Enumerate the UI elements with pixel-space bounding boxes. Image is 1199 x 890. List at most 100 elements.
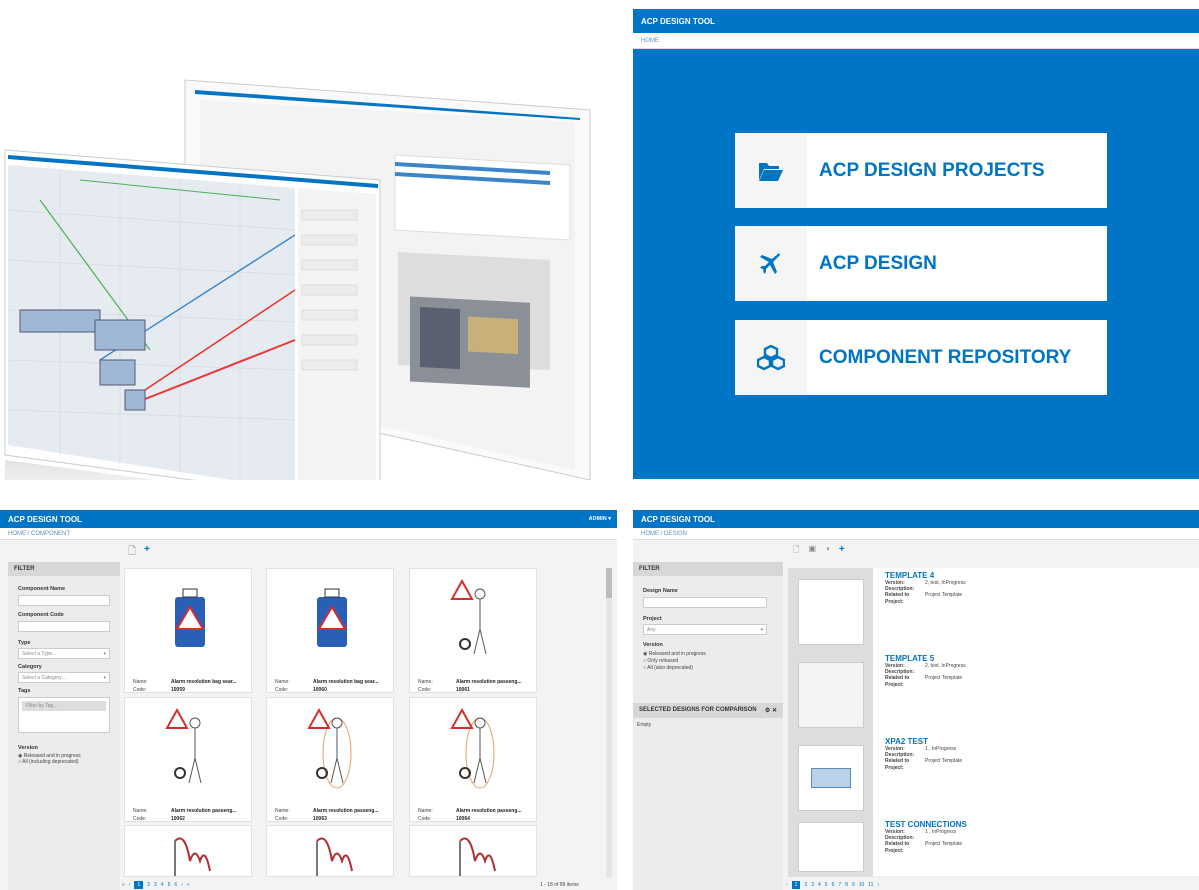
add-icon[interactable]: + xyxy=(839,544,845,558)
design-thumbnail xyxy=(788,817,873,877)
passenger-image xyxy=(450,707,495,789)
scrollbar[interactable] xyxy=(606,568,612,878)
new-document-icon[interactable]: 🗋 xyxy=(128,544,136,561)
page-5[interactable]: 5 xyxy=(168,882,171,888)
category-label: Category xyxy=(18,664,42,670)
suitcase-image xyxy=(317,588,347,647)
component-code-input[interactable] xyxy=(18,621,110,632)
component-card[interactable]: Name: Alarm resolution passeng... Code: 10… xyxy=(409,568,537,693)
component-name-label: Component Name xyxy=(18,586,66,592)
component-name-input[interactable] xyxy=(18,595,110,606)
suitcase-image xyxy=(175,588,205,647)
component-card[interactable] xyxy=(124,825,252,877)
component-card[interactable]: Name: Alarm resolution passeng... Code: 10… xyxy=(266,697,394,822)
next-page-button[interactable]: › xyxy=(181,882,183,888)
page-8[interactable]: 8 xyxy=(845,882,848,888)
plane-icon xyxy=(735,226,807,301)
version-option-all[interactable]: ○ All (including deprecated) xyxy=(18,759,110,765)
design-item[interactable]: TEST CONNECTIONS Version: 1 , InProgress … xyxy=(788,817,1199,877)
page-11[interactable]: 11 xyxy=(868,882,873,888)
page-4[interactable]: 4 xyxy=(818,882,821,888)
design-title[interactable]: XPA2 TEST xyxy=(885,737,962,746)
version-option-released-progress[interactable]: ◉ Released and in progress xyxy=(643,651,773,657)
page-6[interactable]: 6 xyxy=(174,882,177,888)
card-code: 10063 xyxy=(313,816,327,822)
page-1[interactable]: 1 xyxy=(134,881,144,889)
version-option-released[interactable]: ○ Only released xyxy=(643,658,773,664)
page-2[interactable]: 2 xyxy=(804,882,807,888)
category-select[interactable]: Select a Category... ▾ xyxy=(18,672,110,683)
breadcrumb: HOME / COMPONENT xyxy=(0,528,617,540)
design-title[interactable]: TEMPLATE 4 xyxy=(885,571,966,580)
breadcrumb: HOME xyxy=(633,33,1199,49)
page-3[interactable]: 3 xyxy=(154,882,157,888)
component-card[interactable]: Name: Alarm resolution passeng... Code: 10… xyxy=(409,697,537,822)
menu-design-projects-button[interactable]: ACP DESIGN PROJECTS xyxy=(735,133,1107,208)
home-screen: ACP DESIGN TOOL HOME ACP DESIGN PROJECTS… xyxy=(633,9,1199,479)
next-page-button[interactable]: › xyxy=(877,882,879,888)
page-7[interactable]: 7 xyxy=(838,882,841,888)
page-10[interactable]: 10 xyxy=(859,882,865,888)
card-name: Alarm resolution bag sear... xyxy=(171,679,237,685)
passenger-image xyxy=(450,578,487,655)
design-related: Project Template xyxy=(925,675,963,682)
image-icon[interactable]: ▣ xyxy=(808,544,816,558)
tags-filter-field[interactable]: Filter by Tag... xyxy=(22,701,106,711)
first-page-button[interactable]: « xyxy=(122,882,125,888)
page-3[interactable]: 3 xyxy=(811,882,814,888)
component-card[interactable] xyxy=(409,825,537,877)
page-4[interactable]: 4 xyxy=(161,882,164,888)
menu-label: COMPONENT REPOSITORY xyxy=(819,346,1072,368)
perspective-screens-graphic xyxy=(4,79,591,530)
breadcrumb-design[interactable]: DESIGN xyxy=(664,531,687,537)
pagination: « ‹ 1 2 3 4 5 6 › » xyxy=(122,881,194,889)
card-code: 10060 xyxy=(313,687,327,693)
component-card[interactable]: Name: Alarm resolution bag sear... Code: 1… xyxy=(266,568,394,693)
gear-icon[interactable]: ⚙ xyxy=(765,708,770,714)
prev-page-button[interactable]: ‹ xyxy=(786,882,788,888)
admin-menu[interactable]: ADMIN ▾ xyxy=(589,516,611,522)
project-select[interactable]: Any ▾ xyxy=(643,624,767,635)
design-title[interactable]: TEST CONNECTIONS xyxy=(885,820,967,829)
card-code: 10059 xyxy=(171,687,185,693)
menu-component-repository-button[interactable]: COMPONENT REPOSITORY xyxy=(735,320,1107,395)
page-9[interactable]: 9 xyxy=(852,882,855,888)
add-icon[interactable]: + xyxy=(144,544,150,561)
breadcrumb-home[interactable]: HOME xyxy=(8,531,26,537)
design-version: 2, test, InProgress xyxy=(925,580,966,586)
component-card[interactable]: Name: Alarm resolution bag sear... Code: 1… xyxy=(124,568,252,693)
design-title[interactable]: TEMPLATE 5 xyxy=(885,654,966,663)
breadcrumb-home[interactable]: HOME xyxy=(641,531,659,537)
page-5[interactable]: 5 xyxy=(825,882,828,888)
new-document-icon[interactable]: 🗋 xyxy=(793,544,799,558)
close-icon[interactable]: ✕ xyxy=(772,708,777,714)
design-item[interactable]: TEMPLATE 4 Version: 2, test, InProgress D… xyxy=(788,568,1199,656)
last-page-button[interactable]: » xyxy=(187,882,190,888)
version-option-all[interactable]: ○ All (also deprecated) xyxy=(643,665,773,671)
compare-icon[interactable]: ◑ xyxy=(825,544,830,558)
design-name-input[interactable] xyxy=(643,597,767,608)
design-item[interactable]: XPA2 TEST Version: 1 , InProgress Descrip… xyxy=(788,734,1199,822)
toolbar: 🗋 + xyxy=(128,544,150,561)
app-title-bar: ACP DESIGN TOOL ADMIN ▾ xyxy=(0,510,617,528)
barrier-image xyxy=(459,837,496,876)
page-1[interactable]: 1 xyxy=(791,881,801,889)
design-item[interactable]: TEMPLATE 5 Version: 2, test, InProgress D… xyxy=(788,651,1199,739)
app-title: ACP DESIGN TOOL xyxy=(641,16,715,26)
page-6[interactable]: 6 xyxy=(832,882,835,888)
tags-input[interactable]: Filter by Tag... xyxy=(18,697,110,733)
app-title: ACP DESIGN TOOL xyxy=(8,514,82,524)
page-2[interactable]: 2 xyxy=(147,882,150,888)
component-card[interactable]: Name: Alarm resolution passeng... Code: 10… xyxy=(124,697,252,822)
design-version: 1 , InProgress xyxy=(925,746,957,752)
prev-page-button[interactable]: ‹ xyxy=(129,882,131,888)
breadcrumb-component[interactable]: COMPONENT xyxy=(31,531,70,537)
breadcrumb-home[interactable]: HOME xyxy=(641,38,659,44)
version-label: Version xyxy=(18,745,38,751)
type-select[interactable]: Select a Type... ▾ xyxy=(18,648,110,659)
menu-design-button[interactable]: ACP DESIGN xyxy=(735,226,1107,301)
card-code: 10064 xyxy=(456,816,470,822)
component-card[interactable] xyxy=(266,825,394,877)
design-related: Project Template xyxy=(925,592,963,599)
barrier-image xyxy=(174,837,211,876)
